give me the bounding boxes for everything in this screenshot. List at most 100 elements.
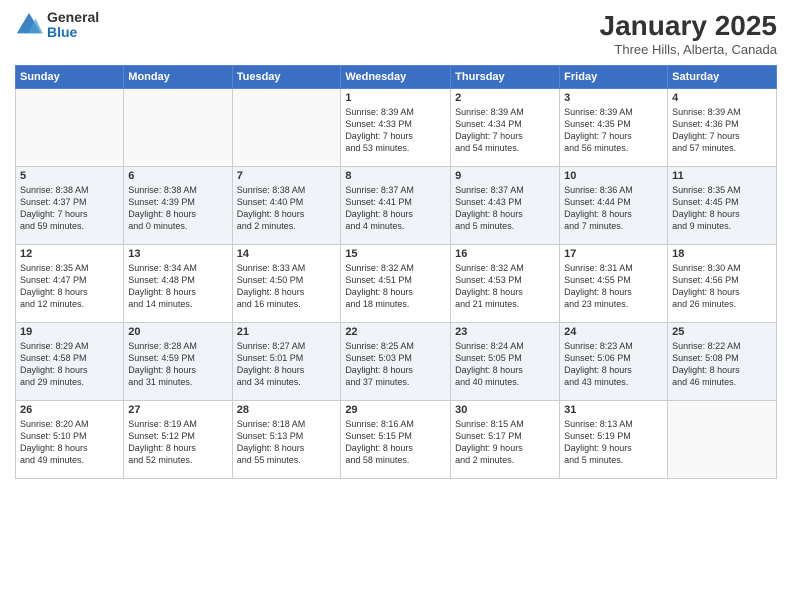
day-number: 10 <box>564 170 663 182</box>
day-number: 2 <box>455 92 555 104</box>
day-number: 23 <box>455 326 555 338</box>
calendar-week-1: 1 Sunrise: 8:39 AMSunset: 4:33 PMDaylight… <box>16 89 777 167</box>
day-number: 11 <box>672 170 772 182</box>
col-saturday: Saturday <box>668 66 777 89</box>
day-info: Sunrise: 8:20 AMSunset: 5:10 PMDaylight:… <box>20 418 119 467</box>
day-info: Sunrise: 8:18 AMSunset: 5:13 PMDaylight:… <box>237 418 337 467</box>
title-block: January 2025 Three Hills, Alberta, Canad… <box>600 10 777 57</box>
day-number: 5 <box>20 170 119 182</box>
day-info: Sunrise: 8:13 AMSunset: 5:19 PMDaylight:… <box>564 418 663 467</box>
day-info: Sunrise: 8:15 AMSunset: 5:17 PMDaylight:… <box>455 418 555 467</box>
table-row: 27 Sunrise: 8:19 AMSunset: 5:12 PMDayligh… <box>124 401 232 479</box>
day-info: Sunrise: 8:16 AMSunset: 5:15 PMDaylight:… <box>345 418 446 467</box>
table-row: 12Sunrise: 8:35 AMSunset: 4:47 PMDayligh… <box>16 245 124 323</box>
header: General Blue January 2025 Three Hills, A… <box>15 10 777 57</box>
day-info: Sunrise: 8:39 AMSunset: 4:33 PMDaylight:… <box>345 106 446 155</box>
table-row: 26 Sunrise: 8:20 AMSunset: 5:10 PMDayligh… <box>16 401 124 479</box>
table-row: 20 Sunrise: 8:28 AMSunset: 4:59 PMDayligh… <box>124 323 232 401</box>
calendar-week-5: 26 Sunrise: 8:20 AMSunset: 5:10 PMDayligh… <box>16 401 777 479</box>
day-number: 3 <box>564 92 663 104</box>
table-row: 1 Sunrise: 8:39 AMSunset: 4:33 PMDaylight… <box>341 89 451 167</box>
table-row: 21Sunrise: 8:27 AMSunset: 5:01 PMDayligh… <box>232 323 341 401</box>
day-number: 1 <box>345 92 446 104</box>
day-number: 26 <box>20 404 119 416</box>
day-info: Sunrise: 8:19 AMSunset: 5:12 PMDaylight:… <box>128 418 227 467</box>
col-sunday: Sunday <box>16 66 124 89</box>
col-friday: Friday <box>560 66 668 89</box>
day-info: Sunrise: 8:37 AMSunset: 4:43 PMDaylight:… <box>455 184 555 233</box>
table-row: 8 Sunrise: 8:37 AMSunset: 4:41 PMDaylight… <box>341 167 451 245</box>
table-row: 23 Sunrise: 8:24 AMSunset: 5:05 PMDayligh… <box>451 323 560 401</box>
table-row: 22Sunrise: 8:25 AMSunset: 5:03 PMDayligh… <box>341 323 451 401</box>
day-info: Sunrise: 8:34 AMSunset: 4:48 PMDaylight:… <box>128 262 227 311</box>
table-row <box>232 89 341 167</box>
logo: General Blue <box>15 10 99 41</box>
table-row: 4 Sunrise: 8:39 AMSunset: 4:36 PMDaylight… <box>668 89 777 167</box>
day-number: 8 <box>345 170 446 182</box>
col-tuesday: Tuesday <box>232 66 341 89</box>
col-monday: Monday <box>124 66 232 89</box>
table-row: 31Sunrise: 8:13 AMSunset: 5:19 PMDayligh… <box>560 401 668 479</box>
day-number: 22 <box>345 326 446 338</box>
day-number: 17 <box>564 248 663 260</box>
table-row: 9 Sunrise: 8:37 AMSunset: 4:43 PMDaylight… <box>451 167 560 245</box>
table-row: 10 Sunrise: 8:36 AMSunset: 4:44 PMDayligh… <box>560 167 668 245</box>
table-row: 28 Sunrise: 8:18 AMSunset: 5:13 PMDayligh… <box>232 401 341 479</box>
day-info: Sunrise: 8:39 AMSunset: 4:36 PMDaylight:… <box>672 106 772 155</box>
day-number: 29 <box>345 404 446 416</box>
day-info: Sunrise: 8:22 AMSunset: 5:08 PMDaylight:… <box>672 340 772 389</box>
calendar-header-row: Sunday Monday Tuesday Wednesday Thursday… <box>16 66 777 89</box>
day-info: Sunrise: 8:32 AMSunset: 4:53 PMDaylight:… <box>455 262 555 311</box>
table-row: 5 Sunrise: 8:38 AMSunset: 4:37 PMDaylight… <box>16 167 124 245</box>
logo-icon <box>15 11 43 39</box>
table-row: 17 Sunrise: 8:31 AMSunset: 4:55 PMDayligh… <box>560 245 668 323</box>
table-row: 16 Sunrise: 8:32 AMSunset: 4:53 PMDayligh… <box>451 245 560 323</box>
table-row: 19Sunrise: 8:29 AMSunset: 4:58 PMDayligh… <box>16 323 124 401</box>
table-row <box>124 89 232 167</box>
day-info: Sunrise: 8:38 AMSunset: 4:37 PMDaylight:… <box>20 184 119 233</box>
day-number: 18 <box>672 248 772 260</box>
col-wednesday: Wednesday <box>341 66 451 89</box>
day-info: Sunrise: 8:24 AMSunset: 5:05 PMDaylight:… <box>455 340 555 389</box>
day-number: 25 <box>672 326 772 338</box>
day-info: Sunrise: 8:30 AMSunset: 4:56 PMDaylight:… <box>672 262 772 311</box>
day-number: 6 <box>128 170 227 182</box>
day-info: Sunrise: 8:35 AMSunset: 4:45 PMDaylight:… <box>672 184 772 233</box>
logo-blue-text: Blue <box>47 25 99 40</box>
day-number: 12 <box>20 248 119 260</box>
calendar-week-3: 12Sunrise: 8:35 AMSunset: 4:47 PMDayligh… <box>16 245 777 323</box>
table-row: 11 Sunrise: 8:35 AMSunset: 4:45 PMDayligh… <box>668 167 777 245</box>
page-container: General Blue January 2025 Three Hills, A… <box>0 0 792 612</box>
table-row: 25 Sunrise: 8:22 AMSunset: 5:08 PMDayligh… <box>668 323 777 401</box>
day-number: 24 <box>564 326 663 338</box>
day-number: 7 <box>237 170 337 182</box>
day-info: Sunrise: 8:28 AMSunset: 4:59 PMDaylight:… <box>128 340 227 389</box>
table-row: 18 Sunrise: 8:30 AMSunset: 4:56 PMDayligh… <box>668 245 777 323</box>
table-row <box>668 401 777 479</box>
day-number: 4 <box>672 92 772 104</box>
table-row: 30 Sunrise: 8:15 AMSunset: 5:17 PMDayligh… <box>451 401 560 479</box>
table-row <box>16 89 124 167</box>
calendar-week-4: 19Sunrise: 8:29 AMSunset: 4:58 PMDayligh… <box>16 323 777 401</box>
col-thursday: Thursday <box>451 66 560 89</box>
day-info: Sunrise: 8:31 AMSunset: 4:55 PMDaylight:… <box>564 262 663 311</box>
day-number: 9 <box>455 170 555 182</box>
day-info: Sunrise: 8:39 AMSunset: 4:35 PMDaylight:… <box>564 106 663 155</box>
day-info: Sunrise: 8:37 AMSunset: 4:41 PMDaylight:… <box>345 184 446 233</box>
day-number: 27 <box>128 404 227 416</box>
table-row: 13 Sunrise: 8:34 AMSunset: 4:48 PMDayligh… <box>124 245 232 323</box>
day-info: Sunrise: 8:38 AMSunset: 4:40 PMDaylight:… <box>237 184 337 233</box>
table-row: 29 Sunrise: 8:16 AMSunset: 5:15 PMDayligh… <box>341 401 451 479</box>
location-text: Three Hills, Alberta, Canada <box>600 42 777 57</box>
day-number: 20 <box>128 326 227 338</box>
day-number: 28 <box>237 404 337 416</box>
day-info: Sunrise: 8:36 AMSunset: 4:44 PMDaylight:… <box>564 184 663 233</box>
table-row: 24Sunrise: 8:23 AMSunset: 5:06 PMDayligh… <box>560 323 668 401</box>
table-row: 7 Sunrise: 8:38 AMSunset: 4:40 PMDaylight… <box>232 167 341 245</box>
day-number: 30 <box>455 404 555 416</box>
calendar-week-2: 5 Sunrise: 8:38 AMSunset: 4:37 PMDaylight… <box>16 167 777 245</box>
day-number: 16 <box>455 248 555 260</box>
day-number: 14 <box>237 248 337 260</box>
day-number: 13 <box>128 248 227 260</box>
day-info: Sunrise: 8:27 AMSunset: 5:01 PMDaylight:… <box>237 340 337 389</box>
